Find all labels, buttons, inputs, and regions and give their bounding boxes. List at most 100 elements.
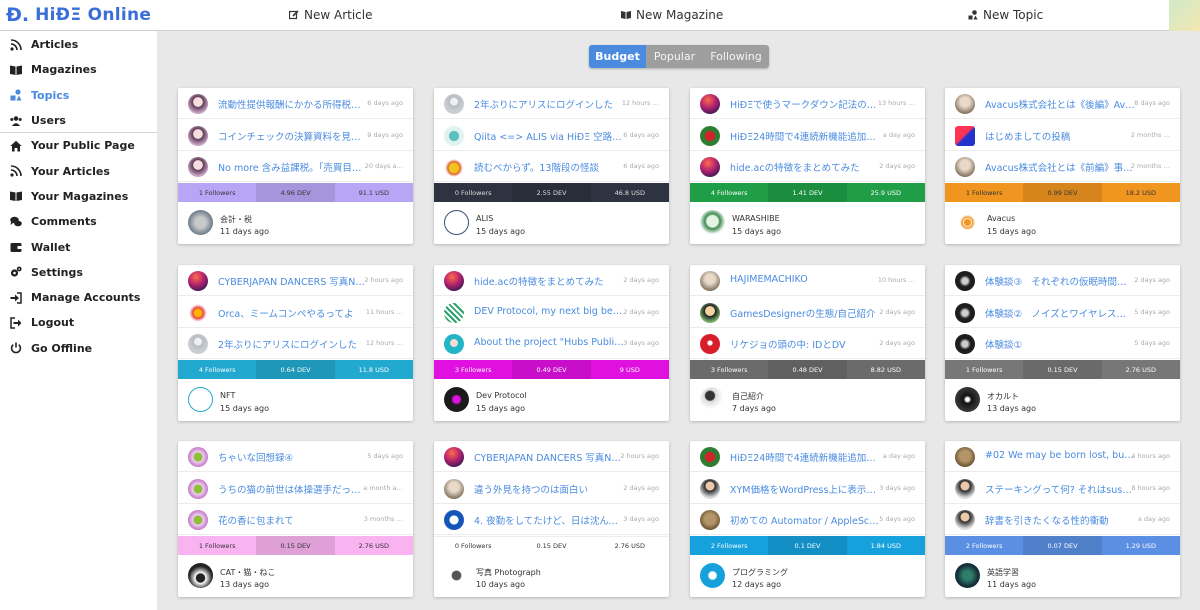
topic-footer[interactable]: Avacus 15 days ago	[945, 202, 1180, 244]
article-row[interactable]: コインチェックの決算資料を見て… 9 days ago	[178, 120, 413, 151]
article-title[interactable]: Qiita <=> ALIS via HiÐΞ 空路開通	[474, 129, 624, 143]
article-title[interactable]: HiÐΞで使うマークダウン記法の使…	[730, 97, 880, 111]
article-row[interactable]: HiÐΞ24時間で4連続新機能追加へ… a day ago	[690, 441, 925, 472]
article-row[interactable]: 4. 夜勤をしてたけど、日は沈んで… 3 days ago	[434, 504, 669, 535]
article-title[interactable]: Avacus株式会社とは《後編》Avac…	[985, 97, 1135, 111]
topic-name[interactable]: Dev Protocol	[476, 391, 527, 400]
topic-name[interactable]: 英語学習	[987, 567, 1019, 578]
article-title[interactable]: #02 We may be born lost, but no…	[985, 450, 1135, 461]
article-title[interactable]: HiÐΞ24時間で4連続新機能追加へ…	[730, 129, 880, 143]
sidebar-item-public-page[interactable]: Your Public Page	[0, 133, 157, 158]
article-row[interactable]: GamesDesignerの生態/自己紹介 2 days ago	[690, 297, 925, 328]
article-row[interactable]: 辞書を引きたくなる性的衝動 a day ago	[945, 504, 1180, 535]
topic-name[interactable]: 会計・税	[220, 214, 252, 225]
topic-footer[interactable]: オカルト 13 days ago	[945, 379, 1180, 421]
article-row[interactable]: 2年ぶりにアリスにログインした 12 hours …	[178, 328, 413, 359]
new-topic-link[interactable]: New Topic	[968, 8, 1043, 22]
article-title[interactable]: HAJIMEMACHIKO	[730, 274, 880, 285]
topic-name[interactable]: プログラミング	[732, 567, 788, 578]
article-title[interactable]: DEV Protocol, my next big bet af…	[474, 306, 624, 317]
article-title[interactable]: 4. 夜勤をしてたけど、日は沈んで…	[474, 513, 624, 527]
tab-popular[interactable]: Popular	[646, 45, 703, 68]
topic-footer[interactable]: ALIS 15 days ago	[434, 202, 669, 244]
topic-name[interactable]: 自己紹介	[732, 391, 764, 402]
article-row[interactable]: 読むべからず。13階段の怪談 6 days ago	[434, 151, 669, 182]
article-row[interactable]: HiÐΞ24時間で4連続新機能追加へ… a day ago	[690, 120, 925, 151]
article-row[interactable]: 違う外見を持つのは面白い 2 days ago	[434, 473, 669, 504]
article-title[interactable]: Avacus株式会社とは《前編》事業…	[985, 160, 1135, 174]
user-avatar[interactable]	[1169, 0, 1200, 31]
tab-following[interactable]: Following	[703, 45, 769, 68]
sidebar-item-magazines[interactable]: Magazines	[0, 57, 157, 82]
topic-name[interactable]: WARASHIBE	[732, 214, 780, 223]
sidebar-item-articles[interactable]: Articles	[0, 32, 157, 57]
article-row[interactable]: #02 We may be born lost, but no…4 hours …	[945, 441, 1180, 472]
article-title[interactable]: HiÐΞ24時間で4連続新機能追加へ…	[730, 450, 880, 464]
article-title[interactable]: GamesDesignerの生態/自己紹介	[730, 306, 880, 320]
new-article-link[interactable]: New Article	[289, 8, 372, 22]
article-title[interactable]: 流動性提供報酬にかかる所得税に…	[218, 97, 368, 111]
article-row[interactable]: Avacus株式会社とは《前編》事業… 2 months …	[945, 151, 1180, 182]
article-row[interactable]: CYBERJAPAN DANCERS 写真NFT… 2 hours ago	[178, 265, 413, 296]
tab-budget[interactable]: Budget	[589, 45, 646, 68]
article-title[interactable]: ちゃいな回想録④	[218, 450, 368, 464]
article-row[interactable]: About the project "Hubs Public S… 3 days …	[434, 328, 669, 359]
article-row[interactable]: HAJIMEMACHIKO 10 hours …	[690, 265, 925, 296]
article-title[interactable]: 体験談② ノイズとワイヤレスの…	[985, 306, 1135, 320]
article-row[interactable]: DEV Protocol, my next big bet af… 2 days …	[434, 297, 669, 328]
article-row[interactable]: Orca、ミームコンペやるってよ 11 hours …	[178, 297, 413, 328]
article-row[interactable]: HiÐΞで使うマークダウン記法の使… 13 hours …	[690, 88, 925, 119]
article-title[interactable]: コインチェックの決算資料を見て…	[218, 129, 368, 143]
article-title[interactable]: 初めての Automator / AppleScrip…	[730, 513, 880, 527]
topic-name[interactable]: 写真 Photograph	[476, 567, 541, 578]
topic-name[interactable]: Avacus	[987, 214, 1015, 223]
article-title[interactable]: XYM価格をWordPress上に表示す…	[730, 482, 880, 496]
sidebar-item-topics[interactable]: Topics	[0, 83, 157, 108]
article-row[interactable]: うちの猫の前世は体操選手だった… a month a…	[178, 473, 413, 504]
article-title[interactable]: 体験談①	[985, 337, 1135, 351]
new-magazine-link[interactable]: New Magazine	[621, 8, 723, 22]
article-row[interactable]: hide.acの特徴をまとめてみた 2 days ago	[434, 265, 669, 296]
topic-name[interactable]: NFT	[220, 391, 235, 400]
sidebar-item-users[interactable]: Users	[0, 108, 157, 133]
article-title[interactable]: 2年ぶりにアリスにログインした	[218, 337, 368, 351]
article-title[interactable]: ステーキングって何? それはsushi…	[985, 482, 1135, 496]
article-title[interactable]: About the project "Hubs Public S…	[474, 337, 624, 348]
article-row[interactable]: 2年ぶりにアリスにログインした 12 hours …	[434, 88, 669, 119]
topic-footer[interactable]: 英語学習 11 days ago	[945, 555, 1180, 597]
topic-footer[interactable]: 写真 Photograph 10 days ago	[434, 555, 669, 597]
article-row[interactable]: 初めての Automator / AppleScrip… 5 days ago	[690, 504, 925, 535]
article-row[interactable]: 花の香に包まれて 3 months …	[178, 504, 413, 535]
topic-name[interactable]: CAT・猫・ねこ	[220, 567, 275, 578]
article-row[interactable]: CYBERJAPAN DANCERS 写真NFT… 2 hours ago	[434, 441, 669, 472]
article-row[interactable]: 体験談① 5 days ago	[945, 328, 1180, 359]
article-title[interactable]: 読むべからず。13階段の怪談	[474, 160, 624, 174]
sidebar-item-your-magazines[interactable]: Your Magazines	[0, 184, 157, 209]
topic-footer[interactable]: プログラミング 12 days ago	[690, 555, 925, 597]
article-row[interactable]: 流動性提供報酬にかかる所得税に… 6 days ago	[178, 88, 413, 119]
article-title[interactable]: CYBERJAPAN DANCERS 写真NFT…	[474, 450, 624, 464]
article-title[interactable]: リケジョの頭の中: IDとDV	[730, 337, 880, 351]
article-title[interactable]: うちの猫の前世は体操選手だった…	[218, 482, 368, 496]
article-title[interactable]: はじめましての投稿	[985, 129, 1135, 143]
article-row[interactable]: 体験談③ それぞれの仮眠時間の話 2 days ago	[945, 265, 1180, 296]
topic-footer[interactable]: CAT・猫・ねこ 13 days ago	[178, 555, 413, 597]
topic-footer[interactable]: WARASHIBE 15 days ago	[690, 202, 925, 244]
sidebar-item-your-articles[interactable]: Your Articles	[0, 158, 157, 183]
article-row[interactable]: ステーキングって何? それはsushi… 8 hours ago	[945, 473, 1180, 504]
article-title[interactable]: Orca、ミームコンペやるってよ	[218, 306, 368, 320]
topic-footer[interactable]: Dev Protocol 15 days ago	[434, 379, 669, 421]
article-title[interactable]: hide.acの特徴をまとめてみた	[730, 160, 880, 174]
article-title[interactable]: 辞書を引きたくなる性的衝動	[985, 513, 1135, 527]
article-title[interactable]: 2年ぶりにアリスにログインした	[474, 97, 624, 111]
topic-name[interactable]: オカルト	[987, 391, 1019, 402]
topic-footer[interactable]: 会計・税 11 days ago	[178, 202, 413, 244]
article-title[interactable]: 花の香に包まれて	[218, 513, 368, 527]
article-row[interactable]: XYM価格をWordPress上に表示す… 3 days ago	[690, 473, 925, 504]
article-title[interactable]: hide.acの特徴をまとめてみた	[474, 274, 624, 288]
article-title[interactable]: 体験談③ それぞれの仮眠時間の話	[985, 274, 1135, 288]
article-row[interactable]: No more 含み益課税。「売買目的… 20 days a…	[178, 151, 413, 182]
topic-name[interactable]: ALIS	[476, 214, 493, 223]
article-row[interactable]: Qiita <=> ALIS via HiÐΞ 空路開通 6 days ago	[434, 120, 669, 151]
sidebar-item-manage-accounts[interactable]: Manage Accounts	[0, 285, 157, 310]
